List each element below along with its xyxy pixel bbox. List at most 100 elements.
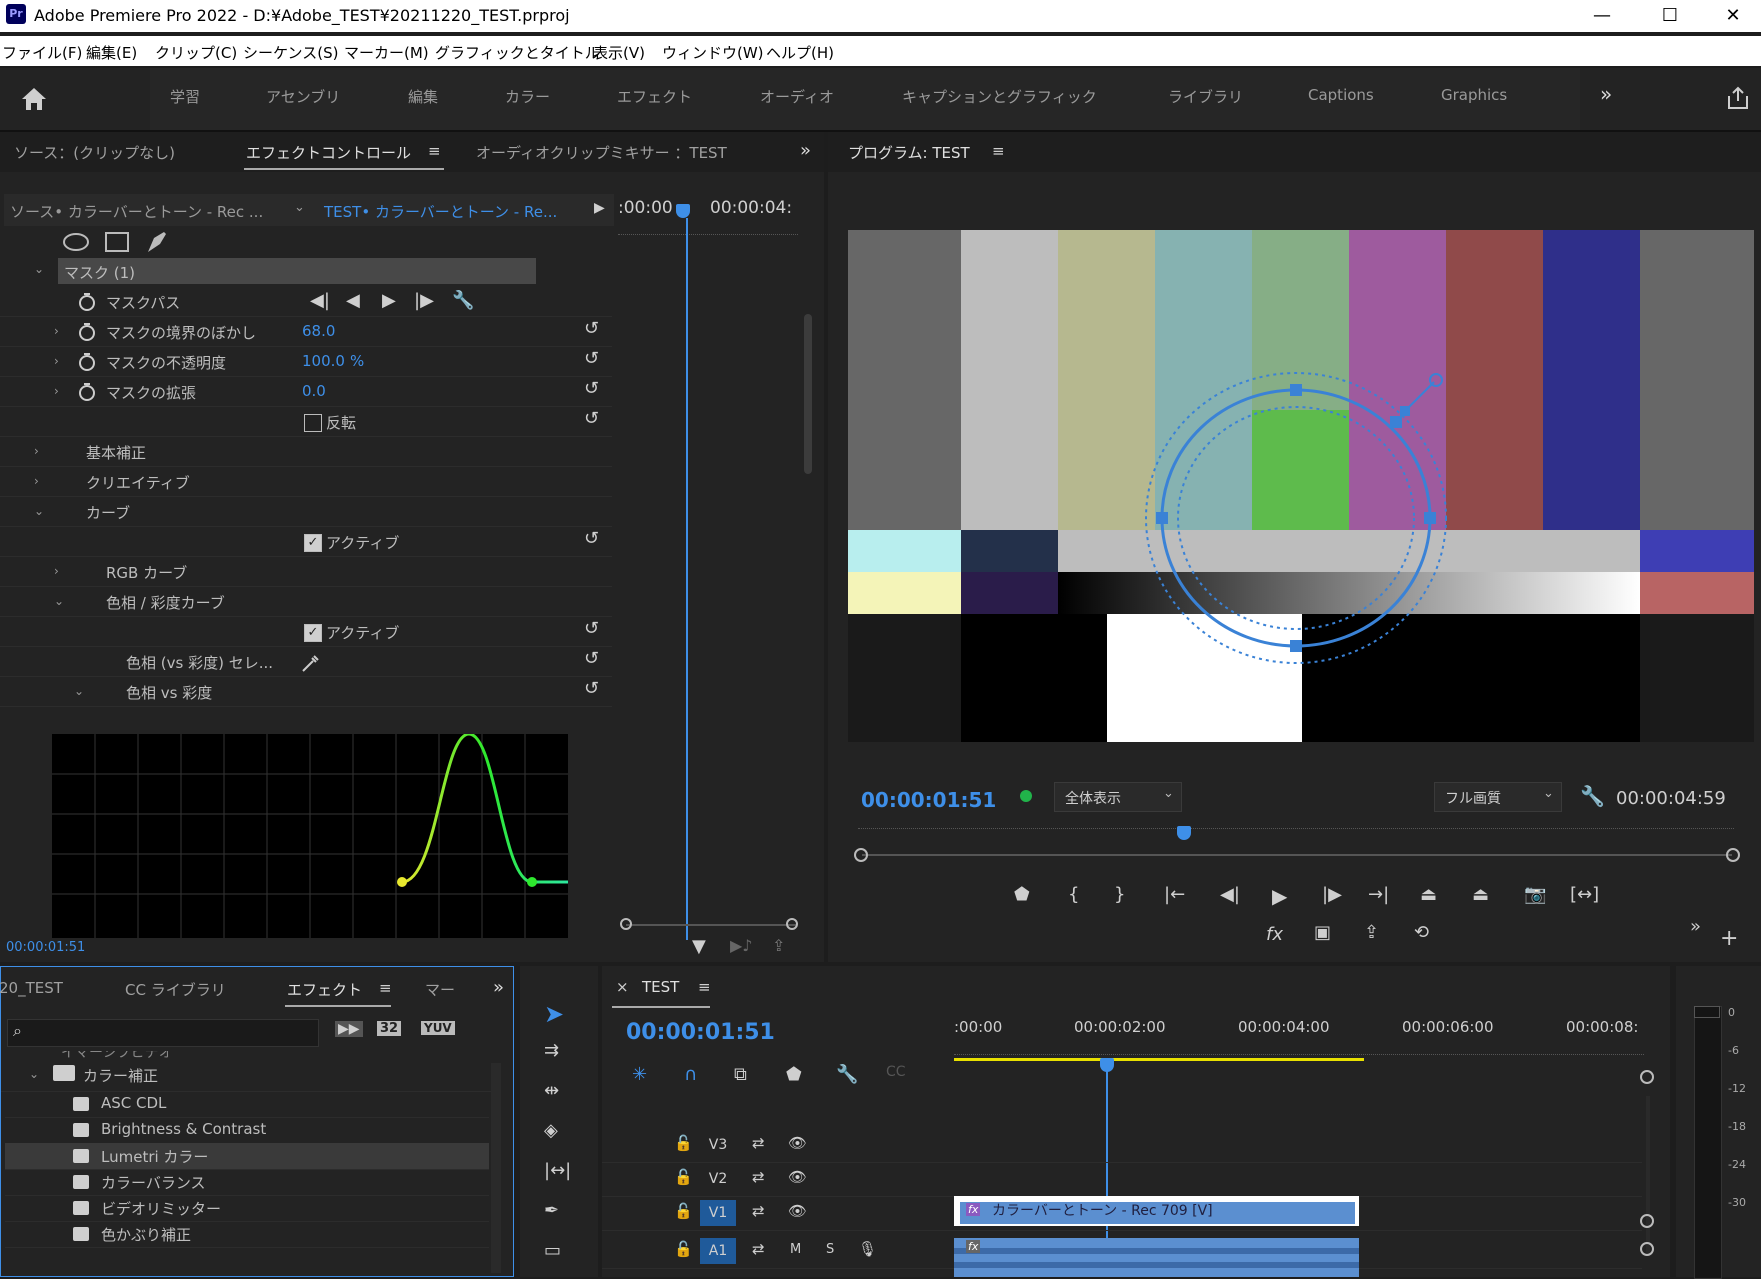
wrench-icon[interactable]: 🔧 [1580,784,1605,808]
chevron-down-icon[interactable]: ⌄ [74,684,84,698]
lift-icon[interactable]: ⏏ [1420,884,1437,905]
effects-search-input[interactable] [7,1019,319,1047]
creative-row[interactable]: › クリエイティブ [0,466,612,497]
track-target-toggle[interactable]: A1 [700,1238,736,1264]
camera-icon[interactable]: 📷 [1524,884,1546,905]
hue-sat-curve-row[interactable]: ⌄ 色相 / 彩度カーブ [0,586,612,617]
track-target-toggle[interactable]: V1 [700,1200,736,1226]
effects-scrollbar[interactable] [491,1063,501,1273]
eye-icon[interactable]: 👁 [788,1202,807,1220]
tab-markers[interactable]: マー [425,979,455,1000]
program-menu-icon[interactable]: ≡ [992,142,1005,160]
play-clip-icon[interactable]: ▶ [594,200,605,216]
workspace-tab-graphics[interactable]: Graphics [1441,86,1507,104]
track-backward-icon[interactable]: ◀ [346,290,360,311]
step-forward-icon[interactable]: |▶ [1322,884,1342,905]
extract-icon[interactable]: ⏏ [1472,884,1489,905]
zoom-handle-right-icon[interactable] [786,918,798,930]
chevron-right-icon[interactable]: › [54,354,59,368]
scroll-handle-mid-icon[interactable] [1640,1214,1654,1228]
mask-opacity-value[interactable]: 100.0 [302,352,345,370]
workspace-tab-learn[interactable]: 学習 [170,86,200,107]
chevron-down-icon[interactable]: ⌄ [34,504,44,518]
effect-list-item[interactable]: Lumetri カラー [5,1143,489,1170]
timeline-timecode[interactable]: 00:00:01:51 [626,1020,775,1045]
pen-mask-icon[interactable] [144,228,170,256]
yuv-effects-badge[interactable]: YUV [421,1021,455,1035]
rgb-curve-row[interactable]: › RGB カーブ [0,556,612,587]
filter-icon[interactable]: ▼ [692,936,706,957]
stopwatch-icon[interactable] [78,293,96,311]
eyedropper-icon[interactable] [300,652,322,674]
curves-row[interactable]: ⌄ カーブ [0,496,612,527]
basic-correction-row[interactable]: › 基本補正 [0,436,612,467]
lock-icon[interactable]: 🔓 [674,1134,693,1152]
effect-list-item[interactable]: カラーバランス [5,1169,489,1196]
work-area-bar[interactable] [954,1058,1364,1061]
play-icon[interactable]: ▶ [1272,884,1287,908]
track-target-toggle[interactable]: V3 [700,1132,736,1158]
zoom-handle-left-icon[interactable] [854,848,868,862]
workspace-tab-color[interactable]: カラー [505,86,550,107]
menu-clip[interactable]: クリップ(C) [155,42,237,63]
ellipse-mask-icon[interactable] [62,230,90,254]
sync-lock-icon[interactable]: ⇄ [752,1240,765,1258]
step-back-icon[interactable]: ◀| [1220,884,1240,905]
close-button[interactable]: ✕ [1705,0,1761,32]
reset-icon[interactable]: ↺ [584,408,599,429]
chevron-down-icon[interactable]: ⌄ [34,262,44,276]
mark-out-icon[interactable]: } [1114,884,1125,905]
button-editor-plus-icon[interactable]: + [1720,926,1738,951]
eye-icon[interactable]: 👁 [788,1134,807,1152]
ec-playhead-handle[interactable] [676,204,690,218]
go-to-out-icon[interactable]: →| [1368,884,1389,905]
microphone-icon[interactable]: 🎙 [858,1240,877,1258]
workspace-tab-edit[interactable]: 編集 [408,86,438,107]
program-timecode[interactable]: 00:00:01:51 [861,788,996,812]
tab-effect-controls[interactable]: エフェクトコントロール [246,142,411,163]
menu-sequence[interactable]: シーケンス(S) [243,42,338,63]
workspace-more-icon[interactable]: » [1600,82,1612,106]
selection-tool-icon[interactable]: ➤ [544,1000,564,1028]
mask-feather-value[interactable]: 68.0 [302,322,335,340]
tab-audio-clip-mixer[interactable]: オーディオクリップミキサー ：TEST [476,142,727,163]
more-controls-icon[interactable]: » [1690,916,1701,937]
32bit-effects-badge[interactable]: 32 [377,1021,402,1036]
scroll-handle-bottom-icon[interactable] [1640,1242,1654,1256]
workspace-tab-libraries[interactable]: ライブラリ [1168,86,1243,107]
snap-icon[interactable]: ∩ [684,1064,697,1085]
tab-cc-libraries[interactable]: CC ライブラリ [125,979,226,1000]
lock-icon[interactable]: 🔓 [674,1202,693,1220]
ec-zoom-bar[interactable] [626,924,796,926]
hue-vs-sat-row[interactable]: ⌄ 色相 vs 彩度 ↺ [0,676,612,707]
timeline-close-icon[interactable]: × [616,978,629,996]
accelerated-effects-icon[interactable]: ▶▶ [335,1021,363,1037]
tab-effects[interactable]: エフェクト [287,979,362,1000]
menu-file[interactable]: ファイル(F) [2,42,82,63]
fx-icon[interactable]: fx [1266,924,1283,945]
hue-sat-active-checkbox[interactable]: ✓ [304,624,322,642]
sync-lock-icon[interactable]: ⇄ [752,1202,765,1220]
playback-resolution-dropdown[interactable]: フル画質 ⌄ [1434,782,1562,812]
effect-list-item[interactable]: ASC CDL [5,1091,489,1118]
color-bars-video-frame[interactable] [848,230,1754,742]
pen-tool-icon[interactable]: ✒ [544,1200,559,1221]
program-playhead[interactable] [1176,826,1191,840]
export-frame-icon[interactable]: ⇪ [1364,922,1379,943]
sequence-clip-label[interactable]: TEST• カラーバーとトーン - Re... [324,201,557,222]
effect-list-item[interactable]: 色かぶり補正 [5,1221,489,1248]
reset-icon[interactable]: ↺ [584,648,599,669]
chevron-down-icon[interactable]: ⌄ [54,594,64,608]
effect-controls-menu-icon[interactable]: ≡ [428,142,441,160]
lock-icon[interactable]: 🔓 [674,1168,693,1186]
zoom-level-dropdown[interactable]: 全体表示 ⌄ [1054,782,1182,812]
zoom-handle-right-icon[interactable] [1726,848,1740,862]
maximize-button[interactable]: ☐ [1642,0,1698,32]
solo-button[interactable]: S [826,1242,834,1257]
safe-margins-icon[interactable]: ▣ [1314,922,1331,943]
workspace-tab-audio[interactable]: オーディオ [760,86,834,107]
chevron-down-icon[interactable]: ⌄ [294,200,305,215]
invert-checkbox[interactable] [304,414,322,432]
reset-icon[interactable]: ↺ [584,618,599,639]
nest-icon[interactable]: ✳ [632,1064,647,1085]
